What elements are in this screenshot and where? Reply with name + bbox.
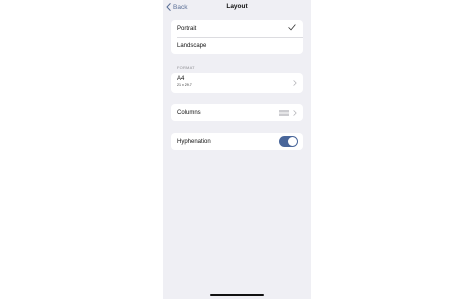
- format-name: A4: [177, 76, 185, 82]
- home-indicator: [210, 294, 264, 296]
- toggle-knob: [288, 137, 297, 146]
- columns-icon: [279, 109, 289, 116]
- hyphenation-label: Hyphenation: [177, 138, 211, 145]
- format-size: 21 x 29.7: [177, 83, 192, 87]
- columns-label: Columns: [177, 109, 201, 116]
- columns-group: Columns: [171, 104, 303, 121]
- orientation-option-portrait[interactable]: Portrait: [171, 20, 303, 37]
- chevron-right-icon: [293, 109, 297, 116]
- format-row[interactable]: A4 21 x 29.7: [171, 73, 303, 93]
- orientation-option-label: Portrait: [177, 25, 197, 32]
- checkmark-icon: [288, 24, 296, 31]
- navigation-bar: Back Layout: [163, 0, 311, 16]
- hyphenation-toggle[interactable]: [279, 136, 298, 147]
- format-section-label: FORMAT: [177, 65, 195, 70]
- columns-row[interactable]: Columns: [171, 104, 303, 121]
- orientation-option-landscape[interactable]: Landscape: [171, 37, 303, 54]
- orientation-group: Portrait Landscape: [171, 20, 303, 54]
- orientation-option-label: Landscape: [177, 42, 207, 49]
- format-group: A4 21 x 29.7: [171, 73, 303, 93]
- page-title: Layout: [226, 3, 248, 10]
- hyphenation-row: Hyphenation: [171, 133, 303, 150]
- chevron-right-icon: [293, 80, 297, 86]
- layout-screen: Back Layout Portrait Landscape FORMAT A4…: [163, 0, 311, 299]
- hyphenation-group: Hyphenation: [171, 133, 303, 150]
